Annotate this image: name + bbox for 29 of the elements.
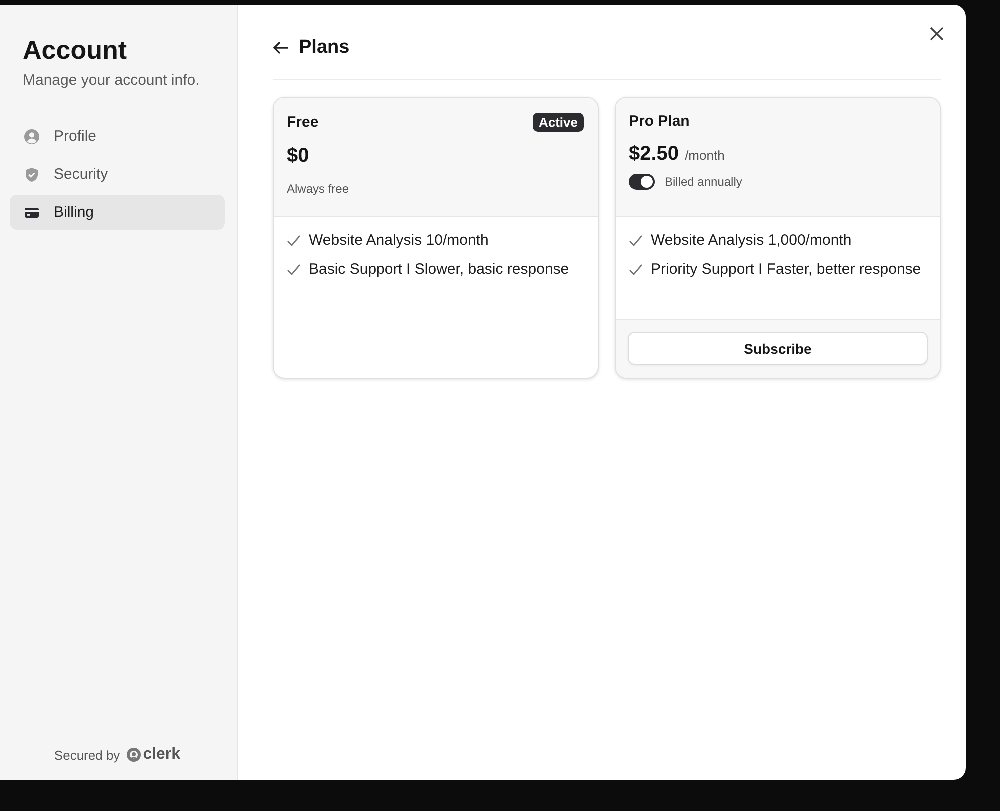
shield-check-icon <box>24 166 40 182</box>
feature-text: Priority Support I Faster, better response <box>651 260 922 280</box>
plan-price: $0 <box>287 145 310 168</box>
check-icon <box>287 263 301 277</box>
plan-name: Pro Plan <box>629 113 690 130</box>
sidebar-subtitle: Manage your account info. <box>23 72 201 89</box>
check-icon <box>287 234 301 248</box>
plan-price: $2.50 <box>629 143 680 166</box>
toggle-label: Billed annually <box>665 175 742 189</box>
sidebar-item[interactable]: Profile <box>10 119 225 154</box>
plan-note: Always free <box>287 182 350 196</box>
brand-logo: clerk <box>126 746 181 764</box>
sidebar-item[interactable]: Security <box>10 157 225 192</box>
sidebar-title: Account <box>23 35 128 66</box>
toggle-switch[interactable] <box>629 174 655 190</box>
page-title: Plans <box>299 37 350 59</box>
status-badge: Active <box>532 113 584 132</box>
check-icon <box>629 263 643 277</box>
check-icon <box>629 234 643 248</box>
subscribe-button[interactable]: Subscribe <box>628 332 928 365</box>
back-arrow-icon[interactable] <box>273 41 289 55</box>
plan-name: Free <box>287 114 319 131</box>
price-period: /month <box>685 148 725 163</box>
feature-text: Website Analysis 10/month <box>309 231 489 251</box>
feature-text: Basic Support I Slower, basic response <box>309 260 570 280</box>
footer-text: Secured by <box>54 748 120 762</box>
feature-text: Website Analysis 1,000/month <box>651 231 852 251</box>
profile-icon <box>24 128 40 144</box>
sidebar-item[interactable]: Billing <box>10 195 225 230</box>
